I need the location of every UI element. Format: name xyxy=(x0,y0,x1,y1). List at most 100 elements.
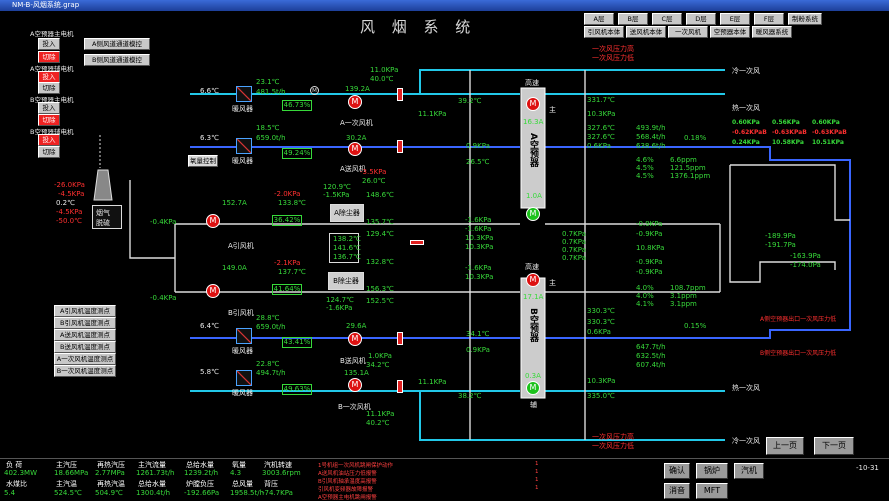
mute-button[interactable]: 消音 xyxy=(664,483,690,499)
a-induced-t: 133.8℃ xyxy=(278,199,306,207)
mft-button[interactable]: MFT xyxy=(696,483,728,499)
o2-a-value: 4.5% xyxy=(636,164,654,172)
status-header-2: 总风量 xyxy=(232,480,253,488)
b-dust-t-in: 138.2℃ xyxy=(333,235,361,243)
o2-control-button[interactable]: 氧量控制 xyxy=(188,155,218,167)
b-send-motor-icon[interactable]: M xyxy=(348,332,362,346)
status-header-2: 主汽温 xyxy=(56,480,77,488)
status-value-2: -74.7KPa xyxy=(262,489,293,497)
a-sec-heater-label: 暖风器 xyxy=(232,105,253,113)
status-header-2: 总给水量 xyxy=(138,480,166,488)
wind-p-value: -0.62KPaB xyxy=(732,129,767,136)
mid-value: 0.7KPa xyxy=(562,230,586,238)
a-send-amp: 30.2A xyxy=(346,134,367,142)
b-induced-t: 137.7℃ xyxy=(278,268,306,276)
a-pre-aux-motor-icon[interactable]: M xyxy=(526,207,540,221)
a-out-t3: 327.6℃ xyxy=(587,133,615,141)
a-pre-t1: 39.2℃ xyxy=(458,97,482,105)
b-send-in-temp: 6.4℃ xyxy=(200,322,219,330)
a-induced-amp: 152.7A xyxy=(222,199,247,207)
hot-air-top: 热一次风 xyxy=(732,104,760,112)
b-induced-p: -2.1KPa xyxy=(274,259,301,267)
flue-p-value: -0.9KPa xyxy=(636,258,663,266)
a-send-in-temp: 6.3℃ xyxy=(200,134,219,142)
a-out-p1: 10.3KPa xyxy=(587,110,616,118)
b-pre-aux-motor-icon[interactable]: M xyxy=(526,381,540,395)
stack-value-1: -26.0KPa xyxy=(54,181,85,189)
temp-point-button[interactable]: B一次风机温度测点 xyxy=(54,365,116,377)
status-value: 4.3 xyxy=(230,469,242,477)
b-dust-collector[interactable]: B除尘器 xyxy=(328,272,364,290)
mid-value: -1.6KPa xyxy=(465,225,492,233)
a-pre-t2: 26.5℃ xyxy=(466,158,490,166)
a-send-motor-icon[interactable]: M xyxy=(348,142,362,156)
furnace-p1: -189.9Pa xyxy=(765,232,796,240)
a-sec-name: A一次风机 xyxy=(340,119,373,127)
furnace-p4: -174.0Pa xyxy=(790,261,821,269)
status-value: 1239.2t/h xyxy=(184,469,219,477)
mid-value: -1.6KPa xyxy=(465,264,492,272)
b-out-t1: 330.3℃ xyxy=(587,307,615,315)
a-sec-m-icon: M xyxy=(310,86,319,95)
b-induced-pct: 41.64% xyxy=(272,284,302,295)
status-value-2: 504.9℃ xyxy=(95,489,123,497)
b-sec-motor-icon[interactable]: M xyxy=(348,378,362,392)
a-send-valve-icon[interactable] xyxy=(397,140,403,153)
alarm-entry: 1号机组一次风机跳闸保护动作 xyxy=(318,463,394,469)
a-dust-collector[interactable]: A除尘器 xyxy=(330,204,364,222)
stack-value-3: 0.2℃ xyxy=(56,199,75,207)
a-send-heater-t: 18.5℃ xyxy=(256,124,280,132)
b-send-heater-icon xyxy=(236,328,252,344)
mid-value: 10.3KPa xyxy=(465,243,494,251)
a-dust-p-in: -1.5KPa xyxy=(323,191,350,199)
wind-p-value: 0.60KPa xyxy=(812,119,840,126)
alarm-entry: A送风机油站压力低报警 xyxy=(318,471,377,477)
a-out-v3: 638.6t/h xyxy=(636,142,666,150)
confirm-button[interactable]: 确认 xyxy=(664,463,690,479)
temp-point-button[interactable]: B引风机温度测点 xyxy=(54,317,116,329)
co-a-value: 121.5ppm xyxy=(670,164,706,172)
b-sec-amp: 135.1A xyxy=(344,369,369,377)
status-value-2: 5.4 xyxy=(4,489,16,497)
b-send-valve-icon[interactable] xyxy=(397,332,403,345)
b-out-v3: 607.4t/h xyxy=(636,361,666,369)
a-sec-valve-icon[interactable] xyxy=(397,88,403,101)
status-value-2: 524.5℃ xyxy=(54,489,82,497)
b-induced-motor-icon[interactable]: M xyxy=(206,284,220,298)
a-sec-motor-icon[interactable]: M xyxy=(348,95,362,109)
o2-a-value: 4.6% xyxy=(636,156,654,164)
a-out-t2: 327.6℃ xyxy=(587,124,615,132)
cold-air-bottom: 冷一次风 xyxy=(732,437,760,445)
a-induced-motor-icon[interactable]: M xyxy=(206,214,220,228)
boiler-button[interactable]: 锅炉 xyxy=(696,463,728,479)
b-send-name: B送风机 xyxy=(340,357,366,365)
temp-point-button[interactable]: A送风机温度测点 xyxy=(54,329,116,341)
status-value: 1261.73t/h xyxy=(136,469,175,477)
turbine-button[interactable]: 汽机 xyxy=(734,463,764,479)
b-induced-amp: 149.0A xyxy=(222,264,247,272)
flue-p-value: -0.9KPa xyxy=(636,230,663,238)
alarm-code: 1 xyxy=(535,485,539,491)
temp-point-button[interactable]: A一次风机温度测点 xyxy=(54,353,116,365)
temp-point-button[interactable]: A引风机温度测点 xyxy=(54,305,116,317)
b-sec-valve-icon[interactable] xyxy=(397,380,403,393)
flue-label: 烟气 xyxy=(96,209,110,217)
a-pre-speed: 高速 xyxy=(525,79,539,87)
prev-page-button[interactable]: 上一页 xyxy=(766,437,804,455)
furnace-p3: -163.9Pa xyxy=(790,252,821,260)
b-pre-label: B空预器 xyxy=(528,308,538,342)
alarm-code: 1 xyxy=(535,477,539,483)
a-dust-t3: 135.7℃ xyxy=(366,218,394,226)
b-dust-t4: 132.8℃ xyxy=(366,258,394,266)
alarm-entry: 引风机变频器故障报警 xyxy=(318,487,374,493)
a-induced-p: -2.0KPa xyxy=(274,190,301,198)
a-out-v2: 568.4t/h xyxy=(636,133,666,141)
next-page-button[interactable]: 下一页 xyxy=(814,437,854,455)
temp-point-button[interactable]: B送风机温度测点 xyxy=(54,341,116,353)
warn-b: B侧空预器出口一次风压力低 xyxy=(760,350,837,357)
a-pre-main-motor-icon[interactable]: M xyxy=(526,97,540,111)
b-pre-mid-p: 11.1KPa xyxy=(418,378,447,386)
b-pre-main-motor-icon[interactable]: M xyxy=(526,273,540,287)
b-pre-t2: 38.2℃ xyxy=(458,392,482,400)
mid-valve-icon[interactable] xyxy=(410,240,424,245)
